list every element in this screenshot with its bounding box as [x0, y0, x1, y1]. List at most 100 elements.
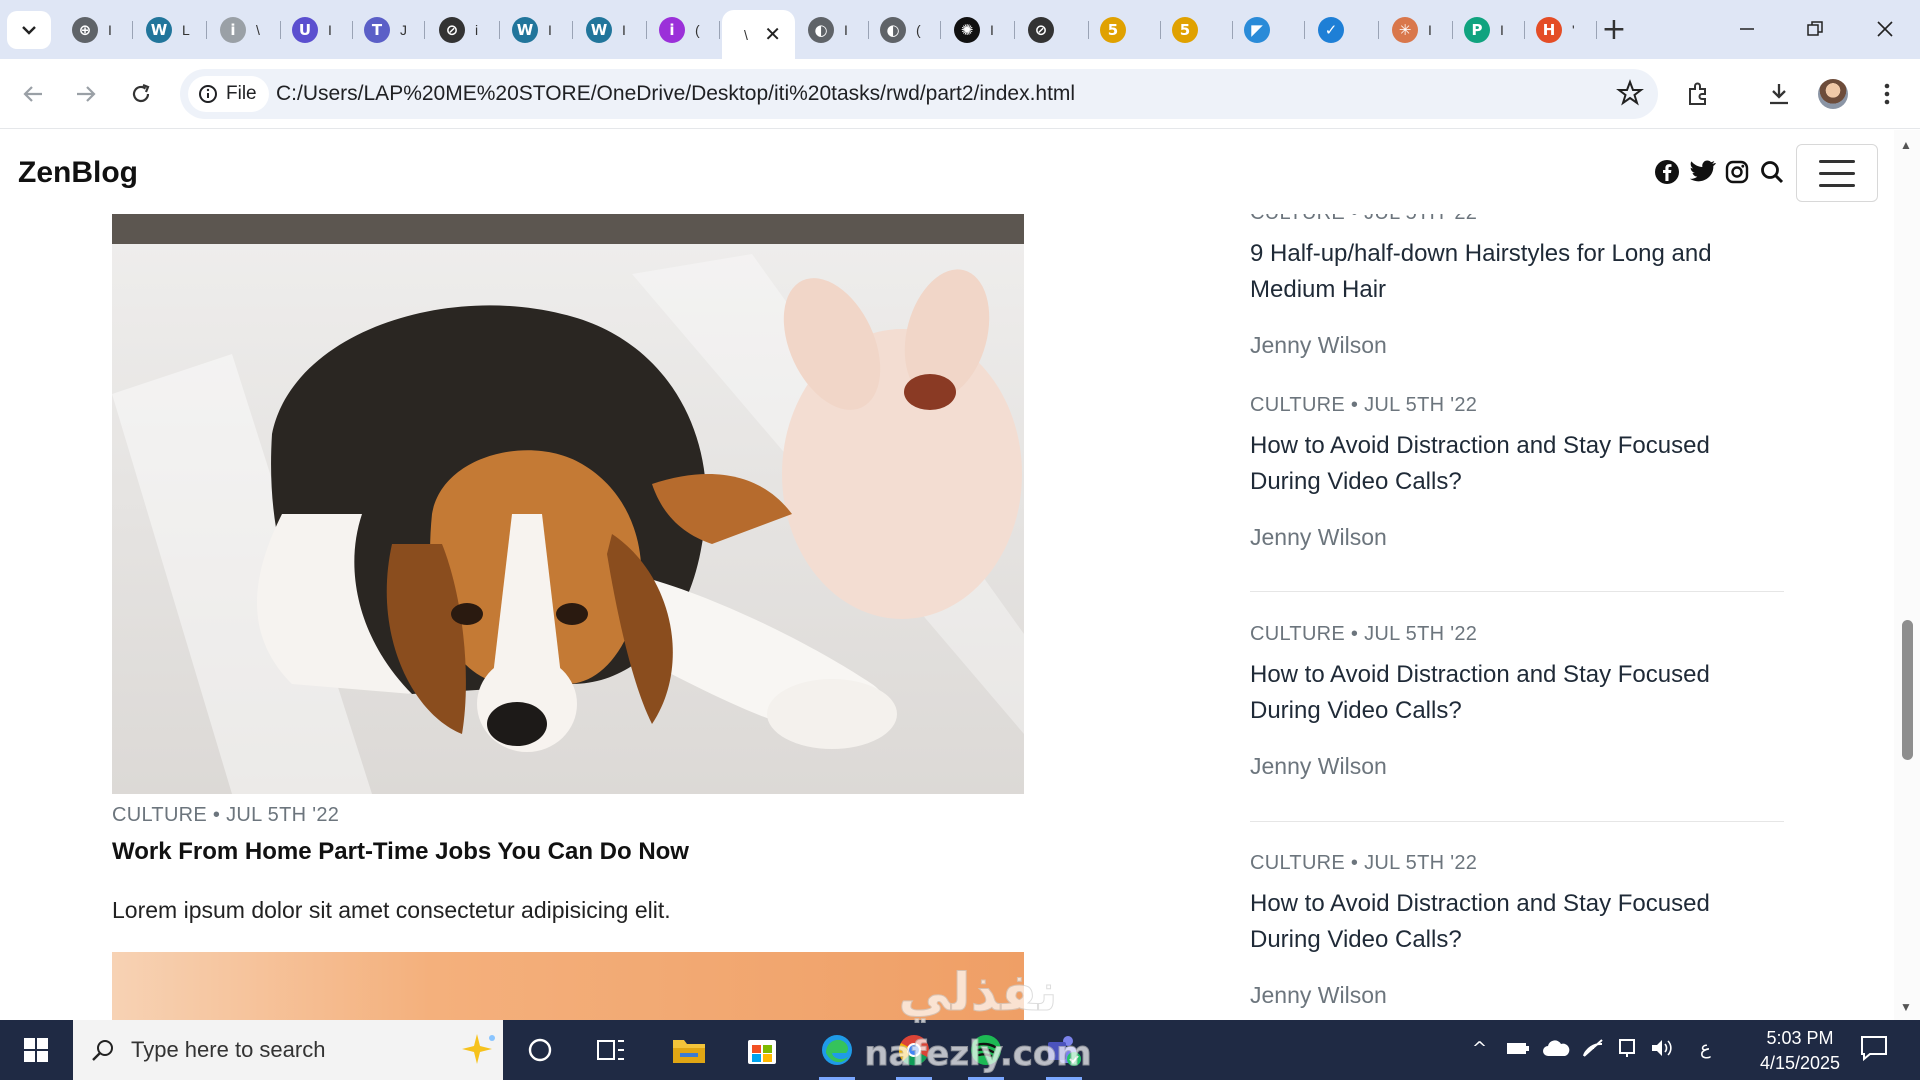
tab-title: I — [108, 22, 112, 38]
restore-button[interactable] — [1786, 10, 1844, 48]
tray-wifi-icon[interactable] — [1582, 1038, 1604, 1063]
browser-tab[interactable]: i \ — [208, 10, 281, 50]
site-search-button[interactable] — [1758, 158, 1786, 186]
instagram-link[interactable] — [1723, 158, 1751, 186]
back-button[interactable] — [12, 73, 54, 115]
chrome-icon — [898, 1035, 929, 1066]
browser-tab[interactable]: ⊘ — [1016, 10, 1089, 50]
browser-tab[interactable]: PI — [1452, 10, 1525, 50]
scroll-up-arrow[interactable]: ▲ — [1900, 138, 1912, 152]
reload-button[interactable] — [120, 73, 162, 115]
navbar-toggler[interactable] — [1796, 144, 1878, 202]
tab-title: J — [400, 22, 407, 38]
browser-tab[interactable]: UI — [280, 10, 353, 50]
browser-tab[interactable]: ◐( — [868, 10, 941, 50]
new-tab-button[interactable]: + — [1597, 12, 1631, 47]
chatgpt-icon: ✺ — [954, 17, 980, 43]
browser-tab[interactable]: i( — [647, 10, 720, 50]
beagle-photo — [112, 214, 1024, 794]
reload-icon — [132, 83, 150, 103]
tray-battery-icon[interactable] — [1506, 1040, 1530, 1061]
browser-tab[interactable]: ✳ I — [1380, 10, 1453, 50]
u-logo-icon: U — [292, 17, 318, 43]
sidebar-post-title[interactable]: How to Avoid Distraction and Stay Focuse… — [1250, 657, 1750, 729]
browser-tab[interactable]: ✺ I — [942, 10, 1015, 50]
hamburger-line — [1819, 159, 1855, 163]
chrome-button[interactable] — [890, 1028, 938, 1080]
forward-button[interactable] — [65, 73, 107, 115]
tray-chevron-icon[interactable]: ^ — [1472, 1038, 1487, 1059]
post-meta: CULTURE • JUL 5TH '22 — [112, 804, 340, 826]
browser-tab[interactable]: ⊘ i — [427, 10, 500, 50]
start-button[interactable] — [12, 1030, 60, 1070]
spotify-button[interactable] — [962, 1028, 1010, 1080]
tab-title: \ — [744, 26, 748, 43]
post-excerpt: Lorem ipsum dolor sit amet consectetur a… — [112, 897, 671, 923]
cortana-button[interactable] — [516, 1028, 564, 1072]
browser-tab[interactable]: ◐ I — [796, 10, 869, 50]
tab-title: \ — [256, 22, 260, 38]
browser-tab[interactable]: WL — [134, 10, 207, 50]
edge-button[interactable] — [813, 1028, 861, 1080]
teams-button[interactable] — [1040, 1028, 1088, 1080]
page-scrollbar[interactable]: ▲ ▼ — [1894, 130, 1920, 1020]
puzzle-icon — [1689, 82, 1706, 105]
taskbar-clock[interactable]: 5:03 PM 4/15/2025 — [1740, 1026, 1860, 1076]
browser-tab[interactable]: WI — [500, 10, 573, 50]
sidebar-post-title[interactable]: 9 Half-up/half-down Hairstyles for Long … — [1250, 236, 1750, 308]
file-explorer-button[interactable] — [665, 1028, 713, 1072]
browser-tab[interactable]: 5 — [1088, 10, 1161, 50]
tab-title: ( — [695, 22, 700, 38]
tab-separator — [1378, 21, 1379, 39]
tab-title: I — [1428, 22, 1432, 38]
address-bar[interactable]: File C:/Users/LAP%20ME%20STORE/OneDrive/… — [180, 69, 1658, 119]
scroll-down-arrow[interactable]: ▼ — [1900, 1000, 1912, 1014]
taskbar-search-box[interactable]: Type here to search — [73, 1020, 503, 1080]
restore-icon — [1807, 21, 1823, 36]
browser-tab[interactable]: WI — [574, 10, 647, 50]
tray-volume-icon[interactable] — [1650, 1038, 1674, 1063]
bookmark-button[interactable] — [1616, 79, 1644, 112]
html5-icon: 5 — [1100, 17, 1126, 43]
menu-button[interactable] — [1866, 73, 1908, 115]
site-info-chip[interactable]: File — [188, 76, 269, 112]
profile-button[interactable] — [1812, 73, 1854, 115]
tab-title: ( — [916, 22, 921, 38]
post-title-link[interactable]: Work From Home Part-Time Jobs You Can Do… — [112, 838, 689, 866]
facebook-link[interactable] — [1653, 158, 1681, 186]
slash-circle-icon: ⊘ — [439, 17, 465, 43]
notification-center-button[interactable] — [1860, 1035, 1888, 1066]
file-label: File — [226, 83, 257, 104]
browser-tab[interactable]: ✓ — [1306, 10, 1379, 50]
site-brand[interactable]: ZenBlog — [18, 156, 138, 190]
facebook-icon — [1655, 160, 1679, 184]
tray-vpn-icon[interactable] — [1617, 1038, 1637, 1063]
twitter-link[interactable] — [1688, 158, 1716, 186]
tray-language[interactable]: ع — [1700, 1038, 1711, 1059]
tray-onedrive-icon[interactable] — [1542, 1038, 1570, 1063]
next-post-image[interactable] — [112, 952, 1024, 1020]
browser-tab[interactable]: ⊕ I — [60, 10, 133, 50]
hamburger-line — [1819, 183, 1855, 187]
sidebar-post-title[interactable]: How to Avoid Distraction and Stay Focuse… — [1250, 886, 1750, 958]
microsoft-store-button[interactable] — [738, 1028, 786, 1072]
downloads-button[interactable] — [1758, 73, 1800, 115]
browser-tab[interactable]: \ ✕ — [722, 10, 795, 59]
browser-tab[interactable]: TJ — [352, 10, 425, 50]
close-tab-icon[interactable]: ✕ — [764, 22, 781, 46]
browser-tab[interactable]: 5 — [1160, 10, 1233, 50]
url-text[interactable]: C:/Users/LAP%20ME%20STORE/OneDrive/Deskt… — [276, 82, 1075, 106]
tab-search-button[interactable] — [7, 11, 51, 49]
browser-tab[interactable]: H ' — [1524, 10, 1597, 50]
h-logo-icon: H — [1536, 17, 1562, 43]
task-view-button[interactable] — [587, 1028, 635, 1072]
tab-separator — [940, 21, 941, 39]
page-viewport: ZenBlog CULTURE • JUL 5TH '22 Work From … — [0, 130, 1920, 1020]
browser-tab[interactable]: ◤ — [1232, 10, 1305, 50]
close-window-button[interactable] — [1856, 10, 1914, 48]
minimize-button[interactable] — [1718, 10, 1776, 48]
extensions-button[interactable] — [1678, 73, 1720, 115]
post-image-beagle[interactable] — [112, 214, 1024, 794]
scroll-thumb[interactable] — [1902, 620, 1913, 760]
sidebar-post-title[interactable]: How to Avoid Distraction and Stay Focuse… — [1250, 428, 1750, 500]
